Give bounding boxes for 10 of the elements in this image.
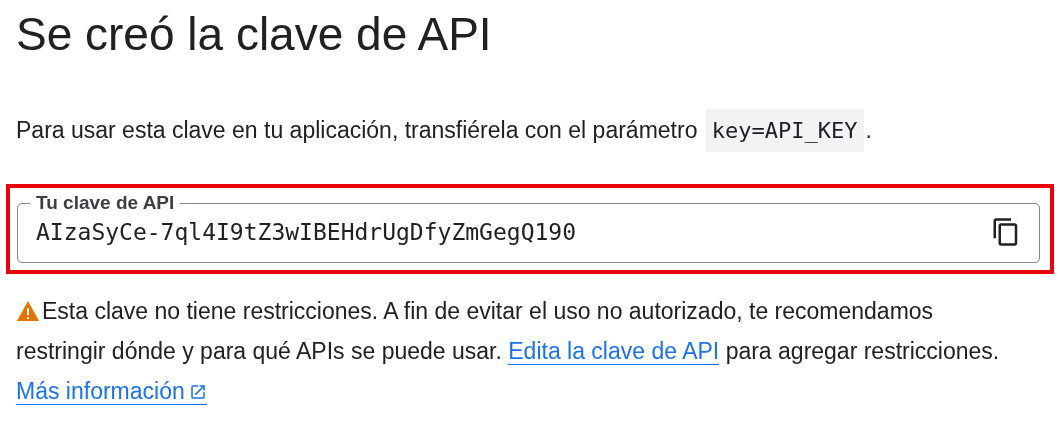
dialog-title: Se creó la clave de API xyxy=(16,7,493,62)
warning-text: Esta clave no tiene restricciones. A fin de evitar el uso no autorizado, te recomendamos restringir dónde y para qué APIs se puede usar. Edita la clave de API para agregar restricciones. Más información xyxy=(16,297,1001,407)
more-info-link[interactable]: Más información xyxy=(16,378,207,405)
field-label: Tu clave de API xyxy=(35,192,176,214)
api-key-value: AIzaSyCe-7ql4I9tZ3wIBEHdrUgDfyZmGegQ190 xyxy=(36,218,578,247)
edit-key-link[interactable]: Edita la clave de API xyxy=(508,338,720,365)
warning-icon xyxy=(16,300,40,322)
external-link-icon xyxy=(188,383,207,401)
code-snippet: key=API_KEY xyxy=(705,109,864,152)
instruction-text: Para usar esta clave en tu aplicación, transfiérela con el parámetro key=API_KEY . xyxy=(16,110,1058,151)
